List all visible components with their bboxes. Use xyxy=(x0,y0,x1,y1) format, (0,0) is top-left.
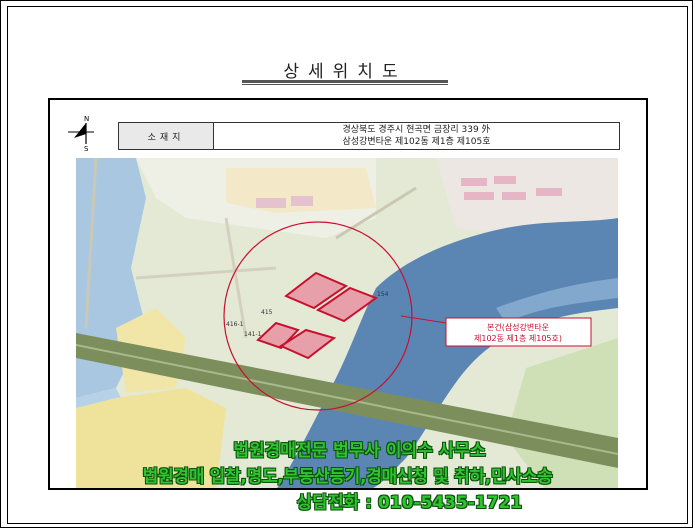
address-value: 경상북도 경주시 현곡면 금장리 339 外 삼성강변타운 제102동 제1층 … xyxy=(214,123,619,149)
title-underline-thin xyxy=(242,84,448,85)
page-title: 상세위치도 xyxy=(283,62,407,82)
ad-line-office: 법원경매전문 법무사 이의수 사무소 xyxy=(233,441,486,461)
ad-line-services: 법원경매 입찰,명도,부동산등기,경매신청 및 취하,민사소송 xyxy=(142,467,553,487)
callout-line-1: 본건(삼성강변타운 xyxy=(487,322,549,332)
address-line-2: 삼성강변타운 제102동 제1층 제105호 xyxy=(342,137,491,147)
location-map-panel: N S 소재지 경상북도 경주시 현곡면 금장리 339 外 삼성강변타운 제1… xyxy=(48,98,648,490)
address-line-1: 경상북도 경주시 현곡면 금장리 339 外 xyxy=(342,125,491,135)
parcel-label-416-1: 416-1 xyxy=(226,321,244,328)
parcel-label-154: 154 xyxy=(377,291,389,298)
south-letter: S xyxy=(84,145,89,152)
north-arrow-icon: N S xyxy=(64,112,98,153)
parcel-label-415: 415 xyxy=(261,309,273,316)
address-table: 소재지 경상북도 경주시 현곡면 금장리 339 外 삼성강변타운 제102동 … xyxy=(118,122,620,150)
ad-line-phone: 상담전화 : 010-5435-1721 xyxy=(296,493,523,513)
parcel-label-141-1: 141-1 xyxy=(244,331,262,338)
title-underline xyxy=(242,80,448,83)
callout-line-2: 제102동 제1층 제105호) xyxy=(474,334,562,343)
north-letter: N xyxy=(84,115,89,123)
address-label: 소재지 xyxy=(119,123,214,149)
